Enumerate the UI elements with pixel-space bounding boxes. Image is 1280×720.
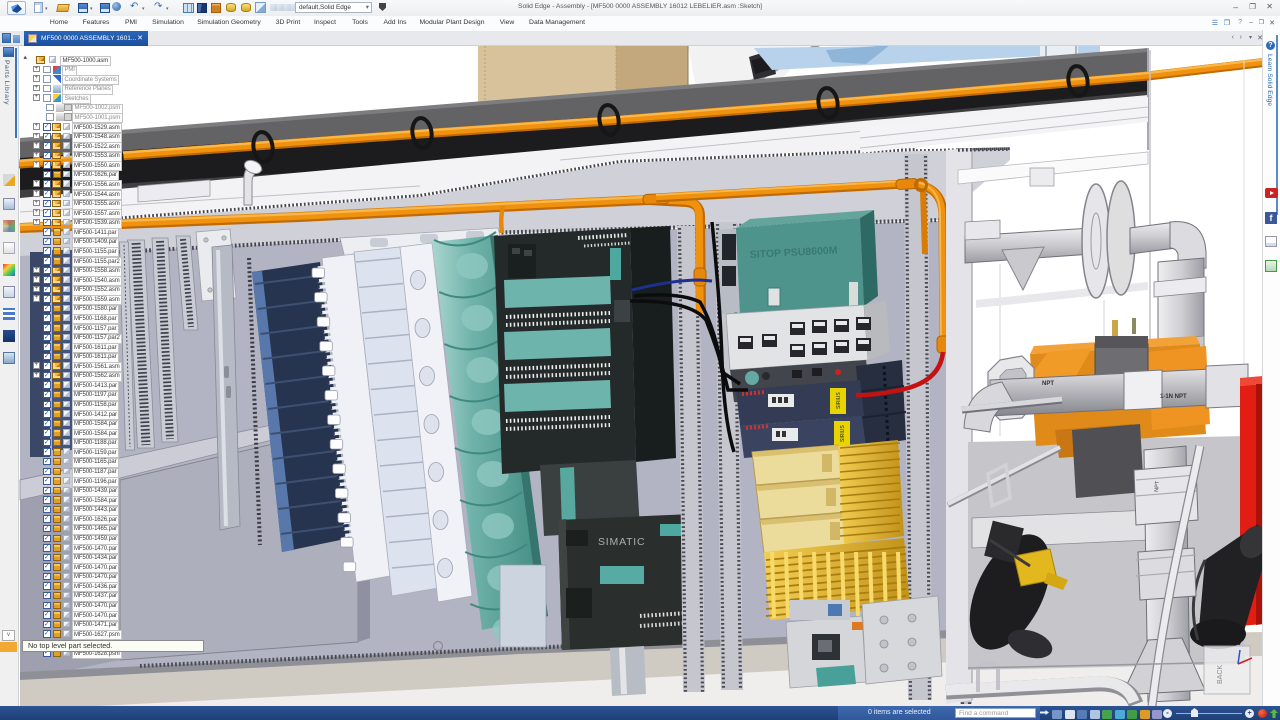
svg-text:NPT: NPT (1042, 381, 1054, 387)
svg-text:SIMATIC: SIMATIC (598, 536, 645, 548)
svg-text:NPT: NPT (1154, 480, 1161, 492)
svg-text:SIRIUS: SIRIUS (836, 392, 842, 409)
svg-text:1-1N NPT: 1-1N NPT (1160, 394, 1187, 400)
svg-text:BACK: BACK (1217, 665, 1224, 684)
svg-text:SIRIUS: SIRIUS (840, 425, 846, 442)
